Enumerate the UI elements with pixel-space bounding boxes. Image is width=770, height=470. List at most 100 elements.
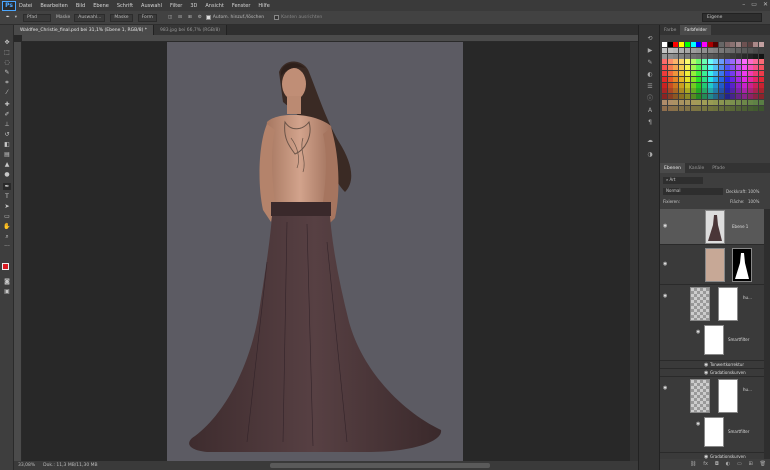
color-swatch[interactable] — [696, 100, 702, 105]
eye-icon[interactable]: ◉ — [696, 421, 700, 427]
stamp-tool-icon[interactable]: ⊥ — [3, 121, 11, 128]
filter-name[interactable]: Tonwertkorrektur — [710, 362, 744, 367]
color-swatch[interactable] — [690, 42, 696, 47]
color-swatch[interactable] — [747, 42, 753, 47]
color-swatch[interactable] — [679, 42, 685, 47]
color-swatch[interactable] — [701, 88, 707, 94]
color-swatch[interactable] — [662, 42, 667, 47]
color-swatch[interactable] — [719, 105, 724, 111]
color-swatch[interactable] — [701, 82, 707, 88]
color-swatch[interactable] — [707, 65, 713, 71]
layer-name[interactable]: hu... — [743, 387, 752, 392]
color-swatch[interactable] — [690, 53, 696, 59]
tab-farbfelder[interactable]: Farbfelder — [680, 25, 712, 35]
color-swatch[interactable] — [696, 71, 702, 76]
color-swatch[interactable] — [690, 94, 696, 100]
eye-icon[interactable]: ◉ — [663, 223, 667, 229]
color-swatch[interactable] — [719, 88, 724, 94]
color-swatch[interactable] — [736, 59, 742, 65]
swatch-grid[interactable] — [662, 42, 766, 142]
color-swatch[interactable] — [690, 59, 696, 65]
color-swatch[interactable] — [701, 76, 707, 82]
color-swatch[interactable] — [667, 65, 673, 71]
color-swatch[interactable] — [690, 76, 696, 82]
color-swatch[interactable] — [758, 88, 764, 94]
color-swatch[interactable] — [747, 65, 753, 71]
color-swatch[interactable] — [667, 76, 673, 82]
color-swatch[interactable] — [684, 65, 690, 71]
history-brush-tool-icon[interactable]: ↺ — [3, 131, 11, 138]
color-swatch[interactable] — [758, 53, 764, 59]
color-swatch[interactable] — [667, 71, 673, 76]
color-swatch[interactable] — [747, 59, 753, 65]
color-swatch[interactable] — [673, 100, 679, 105]
color-swatch[interactable] — [724, 42, 730, 47]
color-swatch[interactable] — [667, 53, 673, 59]
color-swatch[interactable] — [701, 100, 707, 105]
color-swatch[interactable] — [679, 105, 685, 111]
tool-preset-chevron-icon[interactable]: ▾ — [15, 15, 17, 20]
color-swatch[interactable] — [719, 47, 724, 53]
color-swatch[interactable] — [662, 100, 667, 105]
workspace-select[interactable]: Eigene — [702, 13, 762, 22]
color-swatch[interactable] — [724, 53, 730, 59]
color-swatch[interactable] — [730, 59, 736, 65]
color-swatch[interactable] — [679, 71, 685, 76]
color-swatch[interactable] — [713, 88, 719, 94]
styles-panel-icon[interactable]: ◑ — [646, 151, 654, 158]
filter-row[interactable]: ◉ Tonwertkorrektur — [660, 361, 764, 369]
menu-auswahl[interactable]: Auswahl — [141, 3, 162, 9]
color-swatch[interactable] — [730, 76, 736, 82]
color-swatch[interactable] — [713, 65, 719, 71]
color-swatch[interactable] — [741, 100, 747, 105]
selection-button[interactable]: Auswahl... — [74, 13, 106, 22]
color-swatch[interactable] — [736, 105, 742, 111]
crop-tool-icon[interactable]: ⌗ — [3, 79, 11, 86]
filter-name[interactable]: Gradationskurven — [710, 370, 746, 375]
color-swatch[interactable] — [724, 71, 730, 76]
paragraph-panel-icon[interactable]: ¶ — [646, 119, 654, 126]
color-swatch[interactable] — [758, 82, 764, 88]
foreground-color-swatch[interactable] — [2, 263, 9, 270]
color-swatch[interactable] — [679, 100, 685, 105]
dodge-tool-icon[interactable]: ● — [3, 171, 11, 178]
color-swatch[interactable] — [736, 47, 742, 53]
color-swatch[interactable] — [707, 88, 713, 94]
color-swatch[interactable] — [736, 88, 742, 94]
color-swatch[interactable] — [730, 105, 736, 111]
lasso-tool-icon[interactable]: ◌ — [3, 59, 11, 66]
color-swatch[interactable] — [673, 42, 679, 47]
quick-select-tool-icon[interactable]: ✎ — [3, 69, 11, 76]
quick-mask-icon[interactable]: ◙ — [3, 278, 11, 285]
color-swatch[interactable] — [662, 59, 667, 65]
color-swatch[interactable] — [713, 94, 719, 100]
color-swatch[interactable] — [684, 71, 690, 76]
color-swatch[interactable] — [667, 82, 673, 88]
color-swatch[interactable] — [690, 105, 696, 111]
minimize-button[interactable]: – — [742, 1, 745, 8]
auto-add-checkbox[interactable] — [205, 15, 211, 20]
color-swatch[interactable] — [724, 47, 730, 53]
screen-mode-icon[interactable]: ▣ — [3, 288, 11, 295]
color-swatch[interactable] — [741, 71, 747, 76]
color-swatch[interactable] — [747, 82, 753, 88]
zoom-level[interactable]: 33,08% — [18, 463, 35, 468]
layer-group-row[interactable]: ◉ hu... ◉ Smartfilter — [660, 377, 764, 453]
healing-tool-icon[interactable]: ✚ — [3, 101, 11, 108]
color-swatch[interactable] — [758, 59, 764, 65]
color-swatch[interactable] — [741, 47, 747, 53]
color-swatch[interactable] — [724, 100, 730, 105]
eye-icon[interactable]: ◉ — [704, 362, 708, 368]
color-swatch[interactable] — [741, 76, 747, 82]
color-swatch[interactable] — [713, 53, 719, 59]
color-swatch[interactable] — [758, 42, 764, 47]
path-operations-icon[interactable]: ◫ — [168, 15, 172, 20]
vertical-scrollbar[interactable] — [630, 42, 638, 461]
color-swatch[interactable] — [730, 88, 736, 94]
color-swatch[interactable] — [667, 94, 673, 100]
color-swatch[interactable] — [758, 71, 764, 76]
color-swatch[interactable] — [747, 53, 753, 59]
color-swatch[interactable] — [662, 76, 667, 82]
close-button[interactable]: ✕ — [763, 1, 768, 8]
color-swatch[interactable] — [701, 65, 707, 71]
